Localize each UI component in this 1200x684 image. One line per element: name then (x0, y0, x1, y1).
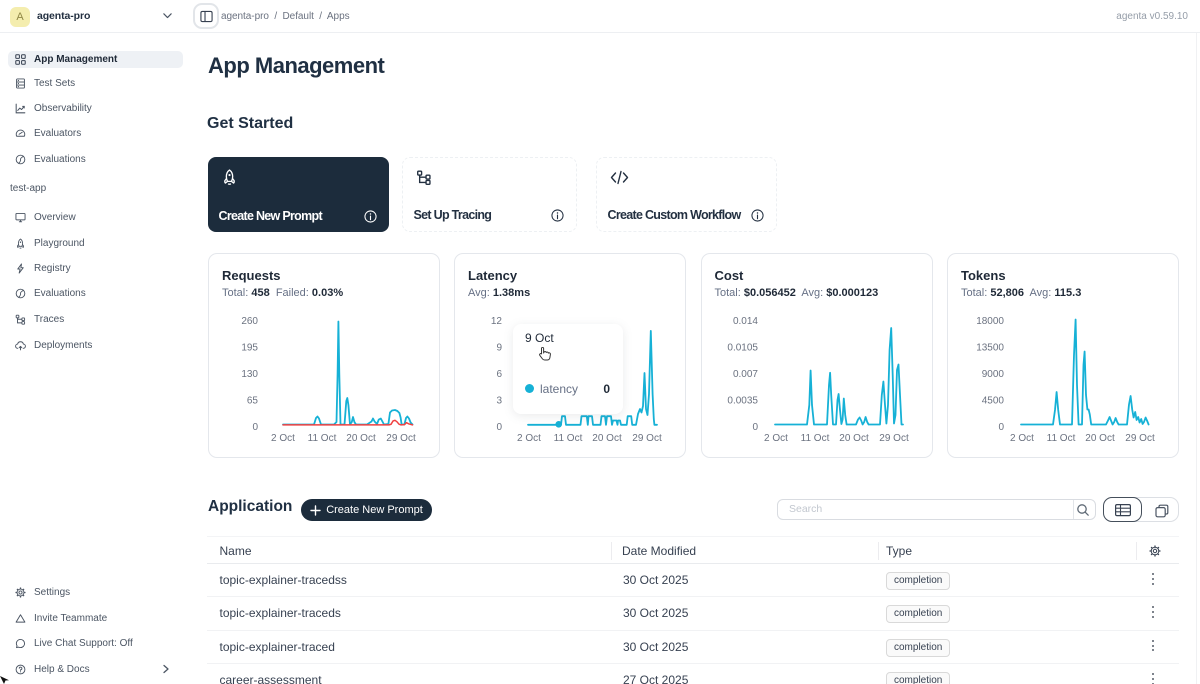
svg-text:11 Oct: 11 Oct (1047, 433, 1076, 444)
svg-text:0.014: 0.014 (732, 316, 757, 327)
svg-text:2 Oct: 2 Oct (271, 433, 295, 444)
svg-text:29 Oct: 29 Oct (879, 433, 909, 444)
svg-text:11 Oct: 11 Oct (800, 433, 829, 444)
svg-text:2 Oct: 2 Oct (1010, 433, 1034, 444)
svg-text:20 Oct: 20 Oct (346, 433, 376, 444)
svg-text:0.007: 0.007 (732, 369, 757, 380)
svg-text:0.0105: 0.0105 (727, 343, 758, 354)
svg-text:65: 65 (247, 396, 259, 407)
svg-text:130: 130 (241, 369, 258, 380)
svg-text:6: 6 (496, 369, 502, 380)
svg-text:29 Oct: 29 Oct (386, 433, 416, 444)
svg-text:20 Oct: 20 Oct (592, 433, 622, 444)
svg-text:4500: 4500 (982, 396, 1005, 407)
svg-text:20 Oct: 20 Oct (839, 433, 869, 444)
svg-text:29 Oct: 29 Oct (1125, 433, 1155, 444)
svg-text:195: 195 (241, 343, 258, 354)
svg-text:0: 0 (252, 422, 258, 433)
svg-text:0.0035: 0.0035 (727, 396, 758, 407)
svg-text:11 Oct: 11 Oct (308, 433, 337, 444)
svg-text:13500: 13500 (976, 343, 1004, 354)
svg-text:0: 0 (752, 422, 758, 433)
svg-text:11 Oct: 11 Oct (554, 433, 583, 444)
svg-text:9: 9 (496, 343, 502, 354)
svg-text:12: 12 (491, 316, 503, 327)
svg-text:3: 3 (496, 396, 502, 407)
svg-text:2 Oct: 2 Oct (517, 433, 541, 444)
svg-text:0: 0 (998, 422, 1004, 433)
svg-text:29 Oct: 29 Oct (632, 433, 662, 444)
svg-text:2 Oct: 2 Oct (764, 433, 788, 444)
svg-text:9000: 9000 (982, 369, 1005, 380)
svg-text:20 Oct: 20 Oct (1085, 433, 1115, 444)
svg-text:18000: 18000 (976, 316, 1004, 327)
svg-text:0: 0 (496, 422, 502, 433)
svg-text:260: 260 (241, 316, 258, 327)
